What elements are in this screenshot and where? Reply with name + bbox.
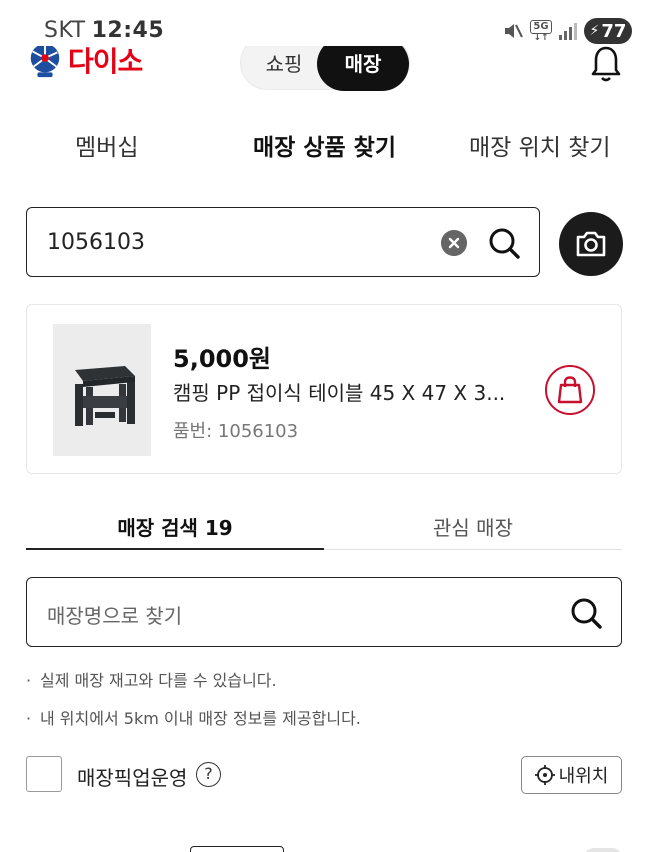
tab-store-location[interactable]: 매장 위치 찾기 (469, 128, 611, 162)
notice-stock-difference: · 실제 매장 재고와 다를 수 있습니다. (26, 667, 277, 691)
my-location-button[interactable]: 내위치 (521, 756, 622, 794)
product-code-label: 품번: (173, 421, 213, 442)
status-bar: SKT 12:45 5G ↓↑ ⚡ 77 (0, 0, 648, 46)
store-tabs: 매장 검색 19 관심 매장 (26, 500, 622, 550)
search-icon[interactable] (487, 226, 521, 260)
store-search-placeholder: 매장명으로 찾기 (47, 604, 183, 628)
product-search-input[interactable]: 1056103 (26, 207, 540, 277)
next-section-peek (0, 834, 648, 852)
carrier-name: SKT (44, 18, 86, 43)
status-icons: 5G ↓↑ ⚡ 77 (502, 16, 632, 46)
shopping-bag-button[interactable] (545, 365, 595, 415)
top-tabs: 멤버십 매장 상품 찾기 매장 위치 찾기 (0, 118, 648, 168)
section-badge (190, 846, 284, 852)
store-pickup-checkbox[interactable] (26, 756, 62, 792)
notice-text: 실제 매장 재고와 다를 수 있습니다. (40, 671, 277, 690)
network-icon: 5G ↓↑ (530, 19, 552, 43)
logo-text: 다이소 (68, 45, 143, 78)
camera-icon (576, 231, 606, 257)
battery-icon: ⚡ 77 (584, 18, 632, 44)
bell-icon[interactable] (590, 44, 622, 84)
logo-fan-icon (30, 43, 60, 78)
tab-store-product-search[interactable]: 매장 상품 찾기 (253, 128, 396, 162)
notice-text: 내 위치에서 5km 이내 매장 정보를 제공합니다. (40, 709, 361, 728)
network-label: 5G (530, 19, 552, 34)
status-carrier: SKT 12:45 (44, 18, 164, 43)
product-name: 캠핑 PP 접이식 테이블 45 X 47 X 3... (173, 381, 506, 405)
signal-icon (559, 23, 577, 40)
tab-store-search[interactable]: 매장 검색 19 (26, 512, 324, 541)
camera-search-button[interactable] (559, 212, 623, 276)
product-price: 5,000원 (173, 345, 271, 373)
product-image (53, 324, 151, 456)
section-toggle[interactable] (584, 848, 622, 852)
clear-icon[interactable] (441, 230, 467, 256)
help-icon[interactable]: ? (196, 762, 221, 787)
active-tab-underline (26, 548, 324, 550)
shopping-bag-icon (557, 376, 583, 404)
battery-level: 77 (601, 20, 627, 42)
product-code-value: 1056103 (217, 421, 299, 442)
search-value: 1056103 (47, 230, 145, 255)
search-icon[interactable] (569, 596, 603, 630)
mute-icon (505, 24, 523, 38)
product-code: 품번: 1056103 (173, 417, 298, 443)
status-time: 12:45 (91, 18, 165, 43)
store-name-search-input[interactable]: 매장명으로 찾기 (26, 577, 622, 647)
bullet-icon: · (26, 671, 32, 690)
daiso-logo[interactable]: 다이소 (26, 40, 143, 80)
folding-table-illustration (53, 324, 151, 456)
tab-favorite-stores[interactable]: 관심 매장 (324, 512, 622, 541)
crosshair-icon (534, 765, 555, 785)
tab-membership[interactable]: 멤버십 (75, 128, 138, 162)
store-pickup-label[interactable]: 매장픽업운영 (77, 762, 187, 791)
my-location-label: 내위치 (558, 766, 609, 787)
product-card[interactable]: 5,000원 캠핑 PP 접이식 테이블 45 X 47 X 3... 품번: … (26, 304, 622, 474)
notice-5km-range: · 내 위치에서 5km 이내 매장 정보를 제공합니다. (26, 705, 361, 729)
bullet-icon: · (26, 709, 32, 728)
